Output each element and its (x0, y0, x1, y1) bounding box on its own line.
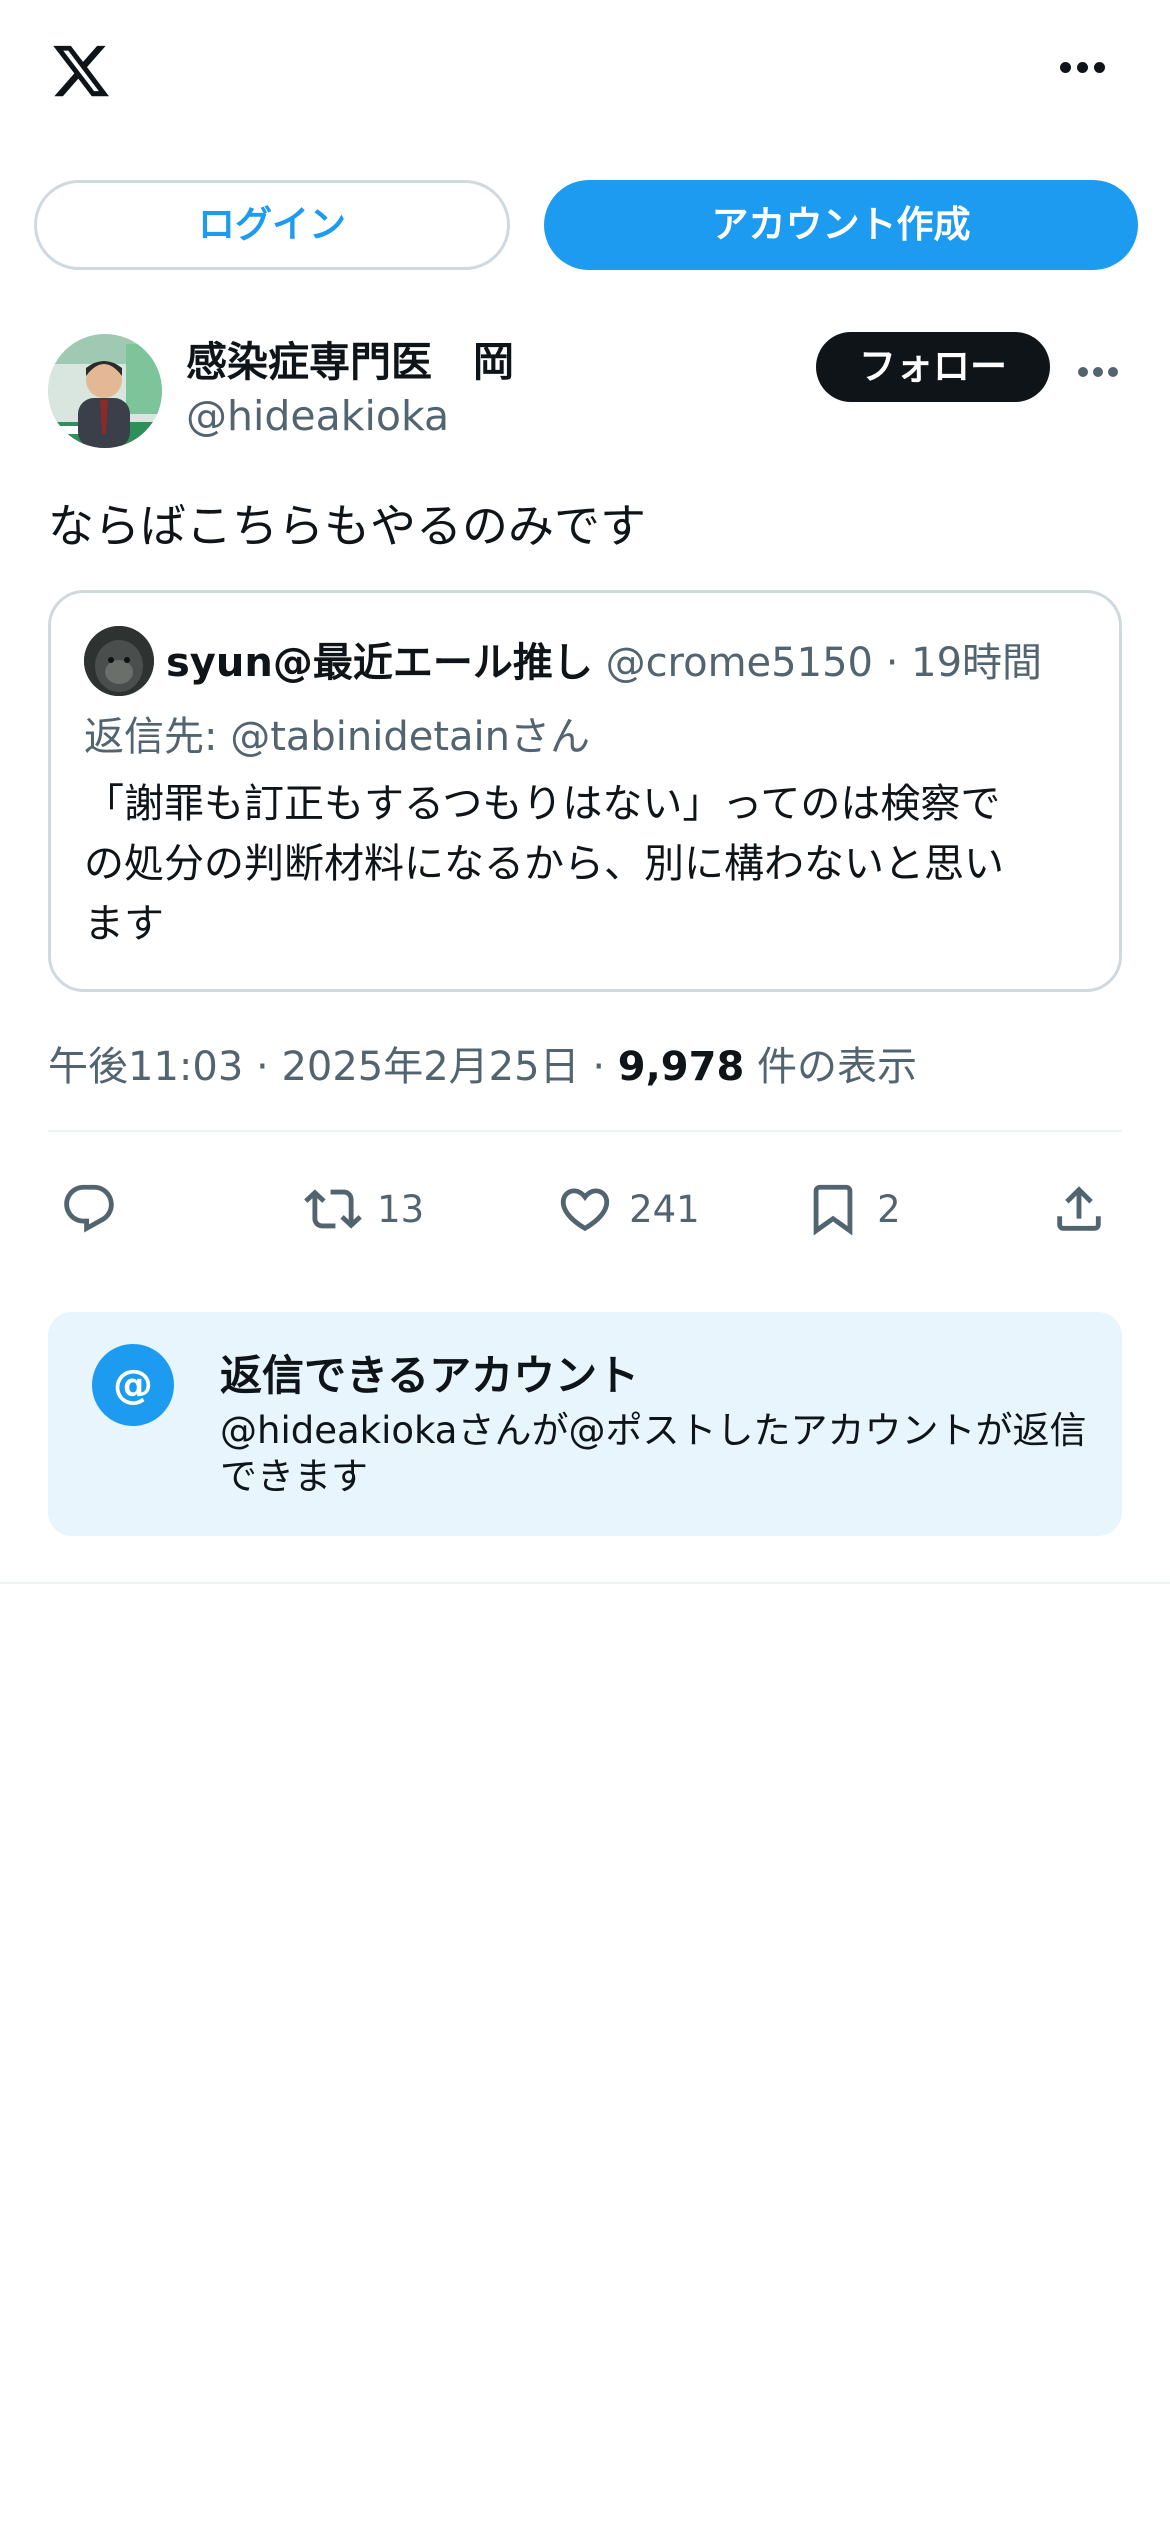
quoted-body-line: 「謝罪も訂正もするつもりはない」ってのは検察で (84, 781, 1001, 827)
x-logo-icon[interactable] (48, 40, 114, 102)
quoted-author-avatar (84, 626, 154, 696)
like-button[interactable]: 241 (556, 1180, 700, 1240)
reply-button[interactable] (60, 1180, 128, 1240)
reply-settings-title: 返信できるアカウント (220, 1351, 640, 1400)
bookmark-count: 2 (877, 1187, 901, 1231)
retweet-icon (304, 1189, 362, 1229)
quoted-body-line: の処分の判断材料になるから、別に構わないと思い (84, 841, 1004, 887)
separator: · (885, 640, 899, 686)
reply-icon (64, 1184, 114, 1233)
retweet-button[interactable]: 13 (304, 1180, 424, 1240)
create-account-button[interactable]: アカウント作成 (544, 180, 1138, 270)
login-button[interactable]: ログイン (34, 180, 510, 270)
quoted-author-handle: @crome5150 (605, 640, 873, 686)
quoted-body: 「謝罪も訂正もするつもりはない」ってのは検察で の処分の判断材料になるから、別に… (84, 774, 1084, 954)
quoted-reply-to: 返信先: @tabinidetainさん (84, 714, 591, 760)
quoted-header: syun@最近エール推し @crome5150 · 19時間 (166, 630, 1042, 688)
post-more-icon[interactable] (1078, 362, 1128, 377)
bookmark-button[interactable]: 2 (804, 1180, 901, 1240)
post-date[interactable]: 2025年2月25日 (281, 1044, 579, 1090)
reply-settings-description: @hideakiokaさんが@ポストしたアカウントが返信できます (220, 1409, 1087, 1498)
post-meta: 午後11:03 · 2025年2月25日 · 9,978 件の表示 (48, 1034, 917, 1092)
retweet-count: 13 (377, 1187, 425, 1231)
separator: · (592, 1044, 606, 1090)
follow-button[interactable]: フォロー (816, 332, 1050, 402)
author-avatar[interactable] (48, 334, 162, 448)
divider (0, 1582, 1170, 1584)
divider (48, 1130, 1122, 1132)
bookmark-icon (813, 1184, 853, 1236)
view-count: 9,978 (617, 1044, 745, 1090)
mention-icon: @ (92, 1344, 174, 1426)
view-label: 件の表示 (757, 1044, 917, 1090)
author-handle[interactable]: @hideakioka (186, 392, 449, 440)
heart-icon (560, 1188, 610, 1232)
more-options-icon[interactable] (1060, 58, 1120, 88)
post-text: ならばこちらもやるのみです (48, 499, 646, 553)
post-time[interactable]: 午後11:03 (48, 1044, 243, 1090)
quoted-time: 19時間 (911, 640, 1043, 686)
quoted-author-name: syun@最近エール推し (166, 640, 593, 686)
separator: · (256, 1044, 269, 1090)
author-name[interactable]: 感染症専門医 岡 (186, 328, 514, 388)
share-button[interactable] (1050, 1180, 1108, 1240)
like-count: 241 (629, 1187, 700, 1231)
share-icon (1057, 1186, 1101, 1231)
quoted-body-line: ます (84, 901, 164, 947)
